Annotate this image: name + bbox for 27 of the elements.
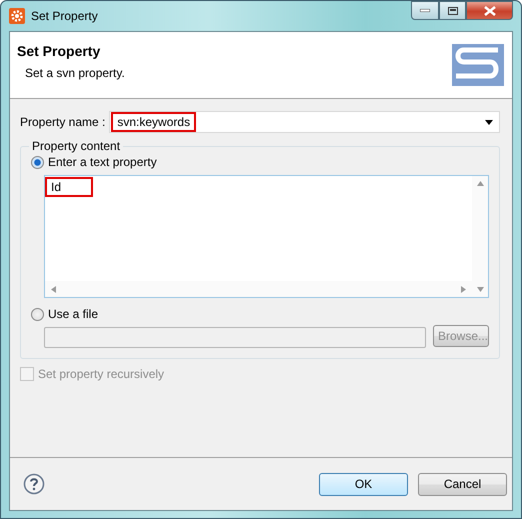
close-icon xyxy=(484,6,496,16)
header-description: Set a svn property. xyxy=(24,66,125,80)
property-name-combo[interactable]: svn:keywords xyxy=(109,111,500,133)
scroll-right-icon[interactable] xyxy=(461,286,466,292)
dialog-button[interactable]: OK xyxy=(319,472,408,496)
group-legend: Property content xyxy=(29,139,124,153)
maximize-button[interactable] xyxy=(439,1,466,20)
minimize-icon xyxy=(420,9,430,12)
use-file-radio[interactable]: Use a file xyxy=(31,307,489,321)
close-button[interactable] xyxy=(466,1,513,20)
dropdown-arrow-icon xyxy=(485,120,493,124)
logo-icon xyxy=(452,44,504,86)
window-title: Set Property xyxy=(31,9,99,23)
scroll-up-icon[interactable] xyxy=(476,181,484,186)
minimize-button[interactable] xyxy=(411,1,439,20)
text-property-radio[interactable]: Enter a text property xyxy=(31,155,489,169)
property-text: Id xyxy=(47,179,91,195)
maximize-icon xyxy=(448,6,458,14)
gear-icon xyxy=(9,8,25,24)
property-name-value: svn:keywords xyxy=(113,114,194,130)
help-icon[interactable] xyxy=(23,473,45,495)
scroll-left-icon[interactable] xyxy=(51,286,56,292)
dialog-button[interactable]: Cancel xyxy=(418,472,507,496)
header-title: Set Property xyxy=(17,43,102,59)
scroll-down-icon[interactable] xyxy=(476,287,484,292)
property-name-label: Property name : xyxy=(20,115,106,129)
text-property-area[interactable]: Id xyxy=(44,175,489,298)
